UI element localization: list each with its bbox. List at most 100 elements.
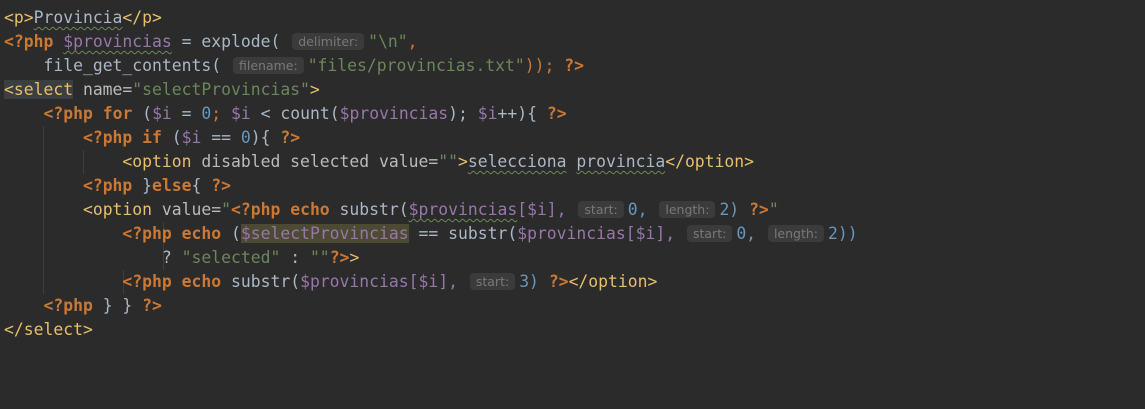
string-literal: "selected" <box>181 248 281 267</box>
php-close-tag: ?> <box>546 104 567 123</box>
string-literal: " <box>768 200 779 219</box>
variable: $i <box>181 128 202 147</box>
php-close-tag: ?> <box>329 248 350 267</box>
code-line-5[interactable]: <?php for ($i = 0; $i < count($provincia… <box>0 102 1145 126</box>
html-tag: <option <box>122 152 192 171</box>
function-call: file_get_contents( <box>43 56 222 75</box>
number-literal: 0, <box>627 200 648 219</box>
punctuation: { <box>191 176 202 195</box>
punctuation: ); <box>448 104 478 123</box>
function-call: substr( <box>221 272 301 291</box>
function-call: == substr( <box>408 224 518 243</box>
php-close-tag: ?> <box>564 56 585 75</box>
punctuation: ( <box>132 104 153 123</box>
number-literal: 0 <box>240 128 251 147</box>
parameter-hint: delimiter: <box>292 33 365 50</box>
php-open-tag: <?php <box>82 128 133 147</box>
html-tag: > <box>309 80 320 99</box>
keyword: echo <box>181 272 222 291</box>
parameter-hint: start: <box>578 201 624 218</box>
attribute: name= <box>73 80 133 99</box>
variable-highlighted: $selectProvincias <box>240 224 409 243</box>
code-line-3[interactable]: file_get_contents( filename: "files/provi… <box>0 54 1145 78</box>
code-line-7[interactable]: <option disabled selected value="">selec… <box>0 150 1145 174</box>
php-close-tag: ?> <box>280 128 301 147</box>
string-literal: "" <box>309 248 330 267</box>
code-line-12[interactable]: <?php echo substr($provincias[$i], start… <box>0 270 1145 294</box>
punctuation: )); <box>524 56 555 75</box>
parameter-hint: length: <box>659 201 716 218</box>
code-line-1[interactable]: <p>Provincia</p> <box>0 6 1145 30</box>
variable: $provincias <box>408 200 518 219</box>
punctuation: , <box>407 32 418 51</box>
php-close-tag: ?> <box>749 200 769 219</box>
keyword: else <box>152 176 192 195</box>
punctuation: ( <box>161 128 182 147</box>
code-line-10[interactable]: <?php echo ($selectProvincias == substr(… <box>0 222 1145 246</box>
attribute: value= <box>152 200 222 219</box>
html-tag: <select <box>4 80 74 99</box>
punctuation: } <box>132 176 153 195</box>
php-close-tag: ?> <box>142 296 162 315</box>
variable: $provincias <box>63 32 172 51</box>
variable: $provincias <box>300 272 409 291</box>
punctuation: == <box>201 128 241 147</box>
php-open-tag: <?php <box>122 224 172 243</box>
variable: $provincias <box>517 224 626 243</box>
index-expr: [$i], <box>625 224 676 243</box>
variable: $i <box>231 104 251 123</box>
html-tag: </option> <box>665 152 755 171</box>
punctuation: : <box>280 248 310 267</box>
string-literal: "\n" <box>368 32 408 51</box>
parameter-hint: start: <box>469 273 516 290</box>
number-literal: 0 <box>201 104 212 123</box>
code-line-11[interactable]: ? "selected" : ""?>> <box>0 246 1145 270</box>
code-line-6[interactable]: <?php if ($i == 0){ ?> <box>0 126 1145 150</box>
variable: $i <box>477 104 498 123</box>
html-tag: > <box>457 152 468 171</box>
code-line-13[interactable]: <?php } } ?> <box>0 294 1145 318</box>
php-open-tag: <?php <box>122 272 172 291</box>
html-tag: > <box>349 248 360 267</box>
number-literal: 2)) <box>828 224 858 243</box>
html-tag: </p> <box>122 8 162 27</box>
punctuation: ){ <box>250 128 271 147</box>
punctuation: = <box>171 104 202 123</box>
number-literal: 2) <box>719 200 740 219</box>
parameter-hint: start: <box>686 225 733 242</box>
text: selecciona <box>467 152 567 171</box>
text: Provincia <box>33 8 123 27</box>
function-call: = explode( <box>171 32 281 51</box>
code-line-4[interactable]: <select name="selectProvincias"> <box>0 78 1145 102</box>
string-literal: "" <box>438 152 458 171</box>
code-line-8[interactable]: <?php }else{ ?> <box>0 174 1145 198</box>
html-tag: <p> <box>4 8 34 27</box>
punctuation: < count( <box>250 104 340 123</box>
punctuation: ( <box>221 224 241 243</box>
punctuation: ; <box>211 104 232 123</box>
html-tag: </select> <box>4 320 93 339</box>
string-literal: " <box>221 200 231 219</box>
code-line-9[interactable]: <option value="<?php echo substr($provin… <box>0 198 1145 222</box>
code-editor[interactable]: <p>Provincia</p> <?php $provincias = exp… <box>0 0 1145 409</box>
html-tag: </option> <box>568 272 658 291</box>
function-call: substr( <box>329 200 409 219</box>
php-open-tag: <?php <box>82 176 133 195</box>
code-line-2[interactable]: <?php $provincias = explode( delimiter: "… <box>0 30 1145 54</box>
string-literal: "selectProvincias" <box>132 80 310 99</box>
number-literal: 3) <box>519 272 539 291</box>
attribute: disabled selected value= <box>191 152 439 171</box>
number-literal: 0, <box>736 224 757 243</box>
punctuation: ++){ <box>497 104 538 123</box>
text: provincia <box>576 152 666 171</box>
php-close-tag: ?> <box>548 272 569 291</box>
parameter-hint: filename: <box>232 57 304 74</box>
code-line-14[interactable]: </select> <box>0 318 1145 342</box>
variable: $provincias <box>339 104 449 123</box>
variable: $i <box>152 104 172 123</box>
html-tag: <option <box>82 200 153 219</box>
index-expr: [$i], <box>517 200 567 219</box>
php-open-tag: <?php <box>43 296 93 315</box>
php-open-tag: <?php <box>4 32 54 51</box>
punctuation: ? <box>161 248 182 267</box>
